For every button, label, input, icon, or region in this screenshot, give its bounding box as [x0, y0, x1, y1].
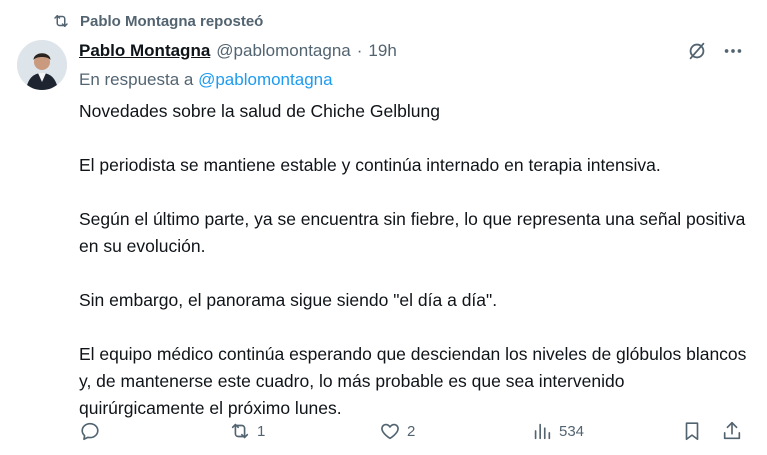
views-button[interactable]: 534	[531, 420, 584, 442]
grok-icon[interactable]	[686, 40, 708, 62]
bookmark-button[interactable]	[681, 420, 703, 442]
avatar[interactable]	[17, 40, 67, 90]
tweet-text: Novedades sobre la salud de Chiche Gelbl…	[79, 98, 749, 422]
action-bar: 1 2 534	[79, 420, 749, 446]
reply-context: En respuesta a @pablomontagna	[79, 70, 333, 90]
repost-icon	[231, 423, 249, 439]
views-count: 534	[559, 422, 585, 440]
author-name[interactable]: Pablo Montagna	[79, 41, 210, 61]
separator: ·	[356, 41, 363, 60]
tweet-paragraph: Según el último parte, ya se encuentra s…	[79, 209, 746, 256]
reply-button[interactable]	[79, 420, 107, 442]
views-icon	[534, 423, 551, 440]
tweet-header: Pablo Montagna @pablomontagna · 19h	[79, 41, 397, 61]
more-options-icon[interactable]	[722, 40, 744, 62]
author-handle[interactable]: @pablomontagna	[216, 41, 350, 61]
repost-button[interactable]: 1	[229, 420, 265, 442]
repost-indicator[interactable]: Pablo Montagna reposteó	[52, 12, 263, 30]
repost-icon	[54, 15, 68, 27]
share-icon	[723, 421, 741, 440]
like-count: 2	[407, 422, 416, 440]
timestamp[interactable]: 19h	[368, 41, 396, 61]
tweet-paragraph: El periodista se mantiene estable y cont…	[79, 155, 661, 175]
bookmark-icon	[685, 422, 699, 441]
repost-count: 1	[257, 422, 266, 440]
heart-icon	[381, 423, 399, 440]
tweet-paragraph: El equipo médico continúa esperando que …	[79, 344, 747, 418]
reply-mention-link[interactable]: @pablomontagna	[198, 70, 332, 89]
tweet-paragraph: Novedades sobre la salud de Chiche Gelbl…	[79, 101, 440, 121]
share-button[interactable]	[721, 420, 743, 442]
repost-text: Pablo Montagna reposteó	[80, 12, 264, 30]
reply-icon	[81, 422, 99, 441]
like-button[interactable]: 2	[379, 420, 415, 442]
tweet-paragraph: Sin embargo, el panorama sigue siendo "e…	[79, 290, 498, 310]
reply-prefix: En respuesta a	[79, 70, 194, 89]
